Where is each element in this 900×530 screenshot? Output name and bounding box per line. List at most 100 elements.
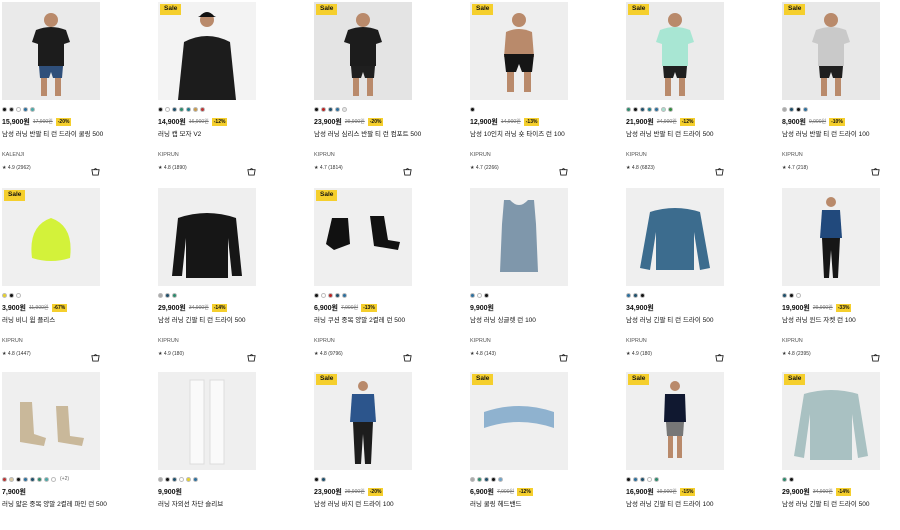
color-swatch[interactable] — [470, 106, 475, 112]
color-swatch[interactable] — [342, 292, 347, 298]
color-swatch[interactable] — [484, 292, 489, 298]
product-name[interactable]: 남성 러닝 반팔 티 런 드라이 100 — [782, 130, 900, 150]
product-card[interactable]: Sale 6,900원 7,900원 -13% 러닝 쿠션 중목 양말 2켤레 런 50… — [314, 188, 459, 362]
add-to-cart-icon[interactable] — [871, 163, 880, 176]
product-card[interactable]: Sale 29,900원 34,900원 -14% 남성 러닝 긴팔 티 런 드라이 5… — [782, 372, 900, 530]
color-swatch[interactable] — [2, 292, 7, 298]
color-swatch[interactable] — [314, 106, 319, 112]
color-swatch[interactable] — [23, 476, 28, 482]
color-swatch[interactable] — [498, 476, 503, 482]
color-swatch[interactable] — [158, 476, 163, 482]
color-swatch[interactable] — [640, 106, 645, 112]
product-name[interactable]: 남성 러닝 긴팔 티 런 드라이 500 — [782, 500, 900, 520]
product-image[interactable]: Sale — [626, 2, 724, 100]
color-swatch[interactable] — [16, 106, 21, 112]
add-to-cart-icon[interactable] — [559, 349, 568, 362]
color-swatch[interactable] — [477, 476, 482, 482]
product-card[interactable]: 9,900원 남성 러닝 싱글렛 런 100 KIPRUN ★ 4.8 (143) — [470, 188, 615, 362]
color-swatch[interactable] — [23, 106, 28, 112]
color-swatch[interactable] — [172, 476, 177, 482]
color-swatch[interactable] — [193, 476, 198, 482]
product-image[interactable] — [2, 2, 100, 100]
color-swatch[interactable] — [782, 292, 787, 298]
color-swatch[interactable] — [314, 292, 319, 298]
add-to-cart-icon[interactable] — [403, 349, 412, 362]
product-image[interactable]: Sale — [470, 2, 568, 100]
product-image[interactable]: Sale — [626, 372, 724, 470]
color-swatch[interactable] — [633, 292, 638, 298]
color-swatch[interactable] — [16, 476, 21, 482]
product-image[interactable] — [158, 188, 256, 286]
add-to-cart-icon[interactable] — [715, 349, 724, 362]
product-image[interactable]: Sale — [782, 2, 880, 100]
color-swatch[interactable] — [633, 476, 638, 482]
product-card[interactable]: Sale 16,900원 19,900원 -15% 남성 러닝 긴팔 티 런 드라이 1… — [626, 372, 771, 530]
color-swatch[interactable] — [477, 292, 482, 298]
color-swatch[interactable] — [193, 106, 198, 112]
color-swatch[interactable] — [158, 106, 163, 112]
product-image[interactable] — [2, 372, 100, 470]
color-swatch[interactable] — [335, 292, 340, 298]
color-swatch[interactable] — [789, 476, 794, 482]
color-swatch[interactable] — [44, 476, 49, 482]
product-card[interactable]: Sale 6,900원 7,900원 -12% 러닝 쿨링 헤드밴드 — [470, 372, 615, 530]
color-swatch[interactable] — [484, 476, 489, 482]
product-image[interactable] — [626, 188, 724, 286]
color-swatch[interactable] — [179, 106, 184, 112]
product-name[interactable]: 러닝 캡 모자 V2 — [158, 130, 298, 150]
color-swatch[interactable] — [172, 106, 177, 112]
product-name[interactable]: 남성 러닝 심리스 반팔 티 런 컴포트 500 — [314, 130, 454, 150]
color-swatch[interactable] — [661, 106, 666, 112]
add-to-cart-icon[interactable] — [247, 163, 256, 176]
color-swatch[interactable] — [470, 292, 475, 298]
add-to-cart-icon[interactable] — [871, 349, 880, 362]
product-image[interactable]: Sale — [2, 188, 100, 286]
color-swatch[interactable] — [647, 476, 652, 482]
color-swatch[interactable] — [321, 476, 326, 482]
color-swatch[interactable] — [186, 476, 191, 482]
color-swatch[interactable] — [158, 292, 163, 298]
color-swatch[interactable] — [328, 106, 333, 112]
color-swatch[interactable] — [640, 292, 645, 298]
product-name[interactable]: 남성 러닝 반팔 티 런 드라이 500 — [626, 130, 766, 150]
product-name[interactable]: 러닝 자외선 차단 슬리브 — [158, 500, 298, 520]
product-name[interactable]: 남성 러닝 긴팔 티 런 드라이 500 — [158, 316, 298, 336]
product-card[interactable]: Sale 21,900원 24,900원 -12% 남성 러닝 반팔 티 런 드라이 5… — [626, 2, 771, 176]
color-swatch[interactable] — [2, 106, 7, 112]
color-swatch[interactable] — [668, 106, 673, 112]
product-name[interactable]: 남성 러닝 긴팔 티 런 드라이 100 — [626, 500, 766, 520]
product-card[interactable]: Sale 12,900원 14,900원 -13% 남성 10인치 러닝 숏 타이즈 런… — [470, 2, 615, 176]
color-swatch[interactable] — [165, 476, 170, 482]
product-name[interactable]: 남성 러닝 싱글렛 런 100 — [470, 316, 610, 336]
color-swatch[interactable] — [2, 476, 7, 482]
product-card[interactable]: Sale 23,900원 29,900원 -20% 남성 러닝 심리스 반팔 티 런 컴… — [314, 2, 459, 176]
color-swatch[interactable] — [470, 476, 475, 482]
add-to-cart-icon[interactable] — [715, 163, 724, 176]
color-swatch[interactable] — [321, 292, 326, 298]
product-image[interactable]: Sale — [314, 2, 412, 100]
color-swatch[interactable] — [328, 292, 333, 298]
product-card[interactable]: Sale 23,900원 29,900원 -20% 남성 러닝 바지 런 드라이 100 — [314, 372, 459, 530]
product-name[interactable]: 남성 10인치 러닝 숏 타이즈 런 100 — [470, 130, 610, 150]
product-image[interactable]: Sale — [158, 2, 256, 100]
product-image[interactable]: Sale — [314, 188, 412, 286]
product-card[interactable]: 9,900원 러닝 자외선 차단 슬리브 — [158, 372, 303, 530]
color-swatch[interactable] — [9, 476, 14, 482]
product-name[interactable]: 러닝 비니 윔 플리스 — [2, 316, 142, 336]
product-card[interactable]: Sale 8,900원 9,900원 -10% 남성 러닝 반팔 티 런 드라이 100… — [782, 2, 900, 176]
product-image[interactable]: Sale — [314, 372, 412, 470]
add-to-cart-icon[interactable] — [91, 349, 100, 362]
product-card[interactable]: 34,900원 남성 러닝 긴팔 티 런 드라이 500 KIPRUN ★ 4.9 (… — [626, 188, 771, 362]
product-name[interactable]: 남성 러닝 바지 런 드라이 100 — [314, 500, 454, 520]
product-card[interactable]: 19,900원 29,900원 -33% 남성 러닝 윈드 자켓 런 100 KIPRU… — [782, 188, 900, 362]
color-swatch[interactable] — [335, 106, 340, 112]
color-swatch[interactable] — [782, 476, 787, 482]
color-swatch[interactable] — [626, 106, 631, 112]
color-swatch[interactable] — [30, 106, 35, 112]
color-swatch[interactable] — [321, 106, 326, 112]
color-swatch[interactable] — [9, 292, 14, 298]
add-to-cart-icon[interactable] — [91, 163, 100, 176]
product-name[interactable]: 남성 러닝 윈드 자켓 런 100 — [782, 316, 900, 336]
product-image[interactable]: Sale — [470, 372, 568, 470]
color-swatch[interactable] — [165, 292, 170, 298]
